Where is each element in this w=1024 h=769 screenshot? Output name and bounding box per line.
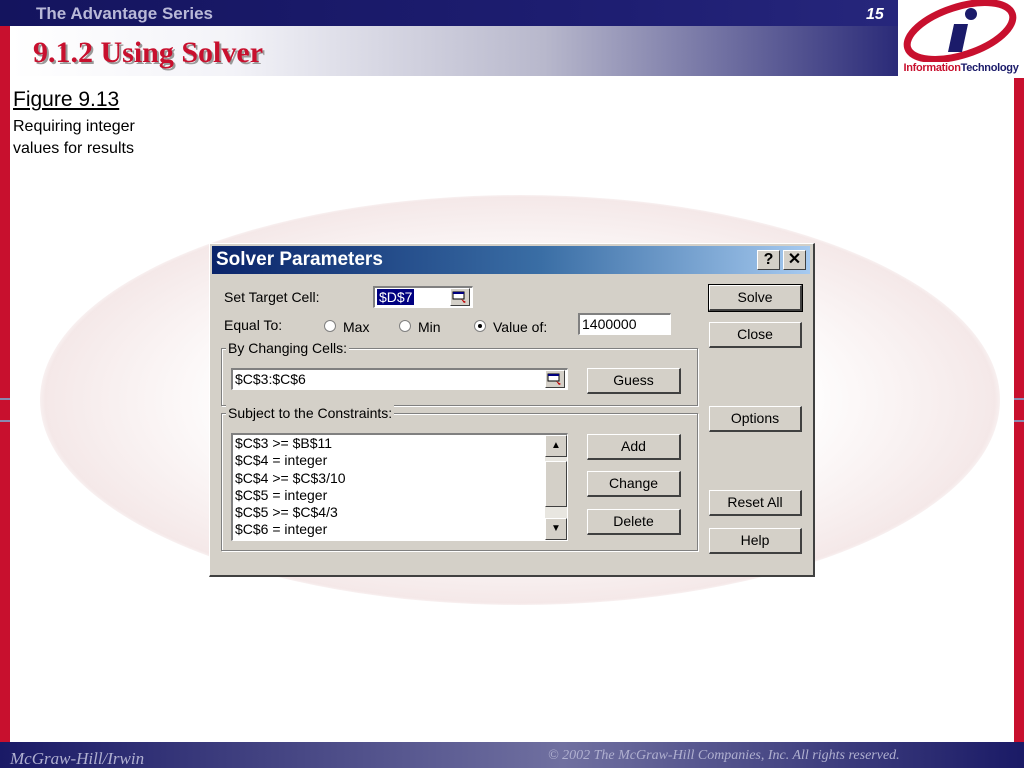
radio-min[interactable]	[399, 320, 411, 332]
solver-parameters-dialog: Solver Parameters ? ✕ Set Target Cell: $…	[209, 243, 815, 577]
left-red-bar	[0, 0, 10, 768]
equal-to-label: Equal To:	[224, 317, 283, 333]
constraint-item[interactable]: $C$5 >= $C$4/3	[233, 504, 567, 521]
right-tick-mark	[1014, 420, 1024, 422]
logo-text: InformationTechnology	[898, 62, 1024, 74]
change-button[interactable]: Change	[587, 471, 681, 497]
page-number: 15	[866, 6, 884, 23]
constraint-item[interactable]: $C$5 = integer	[233, 487, 567, 504]
constraint-item[interactable]: $C$6 = integer	[233, 521, 567, 538]
right-tick-mark	[1014, 398, 1024, 400]
close-button[interactable]: Close	[709, 322, 802, 348]
range-select-icon	[547, 373, 561, 385]
help-button[interactable]: Help	[709, 528, 802, 554]
slide-title: 9.1.2 Using Solver	[33, 36, 264, 69]
options-button[interactable]: Options	[709, 406, 802, 432]
set-target-cell-label: Set Target Cell:	[224, 289, 320, 305]
footer-copyright: © 2002 The McGraw-Hill Companies, Inc. A…	[548, 748, 900, 763]
figure-caption: Requiring integer values for results	[13, 118, 135, 157]
right-red-bar	[1014, 0, 1024, 768]
it-logo-icon	[903, 0, 1017, 63]
logo-text-information: Information	[903, 62, 961, 74]
dialog-titlebar[interactable]: Solver Parameters ? ✕	[212, 246, 810, 274]
radio-min-label: Min	[418, 319, 441, 335]
value-of-input[interactable]: 1400000	[578, 313, 671, 335]
constraints-listbox[interactable]: $C$3 >= $B$11 $C$4 = integer $C$4 >= $C$…	[231, 433, 568, 541]
constraint-item[interactable]: $C$4 = integer	[233, 452, 567, 469]
changing-cells-input[interactable]: $C$3:$C$6	[231, 368, 568, 390]
scroll-up-arrow-icon[interactable]: ▲	[545, 435, 567, 457]
dialog-title: Solver Parameters	[216, 249, 383, 270]
scroll-down-arrow-icon[interactable]: ▼	[545, 518, 567, 540]
guess-button[interactable]: Guess	[587, 368, 681, 394]
range-select-icon	[452, 291, 466, 303]
radio-max[interactable]	[324, 320, 336, 332]
constraint-item[interactable]: $C$3 >= $B$11	[233, 435, 567, 452]
changing-cells-collapse-button[interactable]	[545, 370, 565, 388]
left-tick-mark	[0, 398, 10, 400]
help-question-button[interactable]: ?	[757, 250, 780, 270]
constraints-label: Subject to the Constraints:	[226, 405, 395, 421]
reset-all-button[interactable]: Reset All	[709, 490, 802, 516]
radio-value-of[interactable]	[474, 320, 486, 332]
series-label: The Advantage Series	[36, 4, 213, 23]
constraints-scrollbar[interactable]: ▲ ▼	[545, 435, 567, 540]
left-tick-mark	[0, 420, 10, 422]
delete-button[interactable]: Delete	[587, 509, 681, 535]
footer-publisher: McGraw-Hill/Irwin	[10, 749, 145, 768]
logo-text-technology: Technology	[960, 62, 1019, 74]
constraint-item[interactable]: $C$4 >= $C$3/10	[233, 470, 567, 487]
by-changing-cells-label: By Changing Cells:	[226, 340, 350, 356]
radio-value-of-label: Value of:	[493, 319, 548, 335]
target-cell-collapse-button[interactable]	[450, 288, 470, 306]
figure-number: Figure 9.13	[13, 88, 120, 111]
it-logo: InformationTechnology	[898, 0, 1024, 78]
target-cell-value: $D$7	[377, 289, 415, 305]
radio-max-label: Max	[343, 319, 370, 335]
scroll-thumb[interactable]	[545, 461, 567, 507]
solve-button[interactable]: Solve	[708, 284, 803, 312]
close-x-button[interactable]: ✕	[783, 250, 806, 270]
add-button[interactable]: Add	[587, 434, 681, 460]
